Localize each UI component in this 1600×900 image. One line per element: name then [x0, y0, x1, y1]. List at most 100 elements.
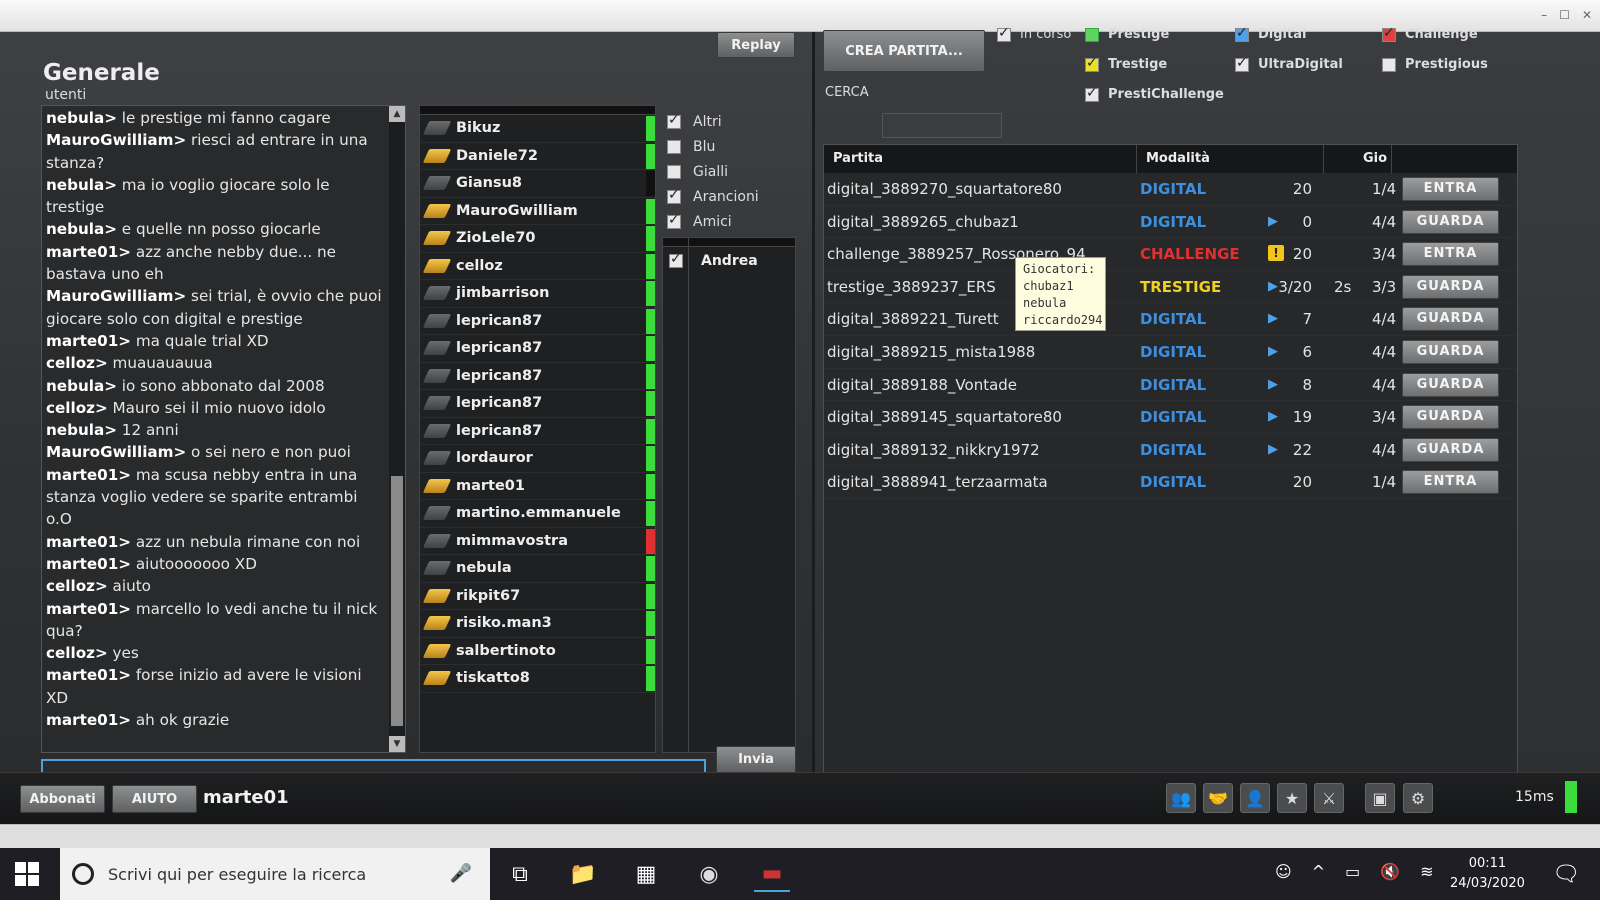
maximize-button[interactable]: ☐	[1559, 8, 1570, 22]
filter-blu[interactable]: Blu	[667, 134, 797, 159]
taskbar-search[interactable]: Scrivi qui per eseguire la ricerca 🎤	[60, 848, 490, 900]
user-row[interactable]: ZioLele70	[420, 225, 655, 253]
filter-ultradigital[interactable]: UltraDigital	[1235, 55, 1343, 72]
watch-button[interactable]: GUARDA	[1402, 437, 1499, 462]
volume-muted-icon[interactable]: 🔇	[1380, 862, 1400, 881]
watch-button[interactable]: GUARDA	[1402, 405, 1499, 430]
chat-author[interactable]: marte01>	[46, 466, 131, 484]
filter-gialli[interactable]: Gialli	[667, 159, 797, 184]
chat-author[interactable]: marte01>	[46, 533, 131, 551]
profile-icon[interactable]: 👤	[1240, 783, 1270, 813]
friend-row[interactable]: Andrea	[663, 247, 795, 275]
filter-checkbox[interactable]	[667, 164, 681, 179]
user-row[interactable]: leprican87	[420, 335, 655, 363]
col-players[interactable]: Gio	[1324, 145, 1392, 173]
chat-scrollbar[interactable]: ▲ ▼	[389, 106, 405, 752]
people-icon[interactable]: ☺	[1275, 862, 1292, 881]
filter-amici[interactable]: Amici	[667, 209, 797, 234]
filter-checkbox[interactable]	[667, 212, 681, 229]
user-row[interactable]: leprican87	[420, 308, 655, 335]
user-row[interactable]: salbertinoto	[420, 638, 655, 665]
star-icon[interactable]: ★	[1277, 783, 1307, 813]
ultradigital-checkbox[interactable]	[1235, 55, 1249, 72]
chat-author[interactable]: nebula>	[46, 220, 117, 238]
user-row[interactable]: marte01	[420, 473, 655, 500]
windows-start-icon[interactable]	[15, 862, 39, 886]
microphone-icon[interactable]: 🎤	[450, 863, 472, 884]
wifi-icon[interactable]: ≋	[1420, 862, 1433, 881]
battery-icon[interactable]: ▭	[1345, 862, 1360, 881]
calculator-icon[interactable]: ▦	[628, 856, 664, 892]
subscribers-button[interactable]: Abbonati	[20, 785, 105, 813]
filter-digital[interactable]: Digital	[1235, 25, 1306, 42]
file-explorer-icon[interactable]: 📁	[565, 856, 601, 892]
game-row[interactable]: trestige_3889237_ERS TRESTIGE ▶ 3/20 2s 3/3 GU…	[824, 271, 1517, 304]
game-row[interactable]: challenge_3889257_Rossonero_94 CHALLENGE!…	[824, 238, 1517, 271]
chat-author[interactable]: celloz>	[46, 399, 108, 417]
replay-button[interactable]: Replay	[717, 32, 795, 58]
friends-icon[interactable]: 👥	[1166, 783, 1196, 813]
watch-button[interactable]: GUARDA	[1402, 307, 1499, 332]
col-match[interactable]: Partita	[824, 145, 1137, 173]
handshake-icon[interactable]: 🤝	[1203, 783, 1233, 813]
game-row[interactable]: digital_3889265_chubaz1 DIGITAL ▶ 0 4/4 GUARD…	[824, 206, 1517, 239]
scroll-thumb[interactable]	[391, 476, 403, 726]
minimize-button[interactable]: –	[1541, 8, 1547, 22]
chat-author[interactable]: marte01>	[46, 243, 131, 261]
chat-author[interactable]: nebula>	[46, 421, 117, 439]
chat-author[interactable]: marte01>	[46, 332, 131, 350]
user-row[interactable]: leprican87	[420, 363, 655, 390]
user-row[interactable]: jimbarrison	[420, 280, 655, 308]
watch-button[interactable]: GUARDA	[1402, 209, 1499, 234]
swords-icon[interactable]: ⚔	[1314, 783, 1344, 813]
chat-author[interactable]: MauroGwilliam>	[46, 131, 186, 149]
chrome-icon[interactable]: ◉	[691, 856, 727, 892]
chat-author[interactable]: celloz>	[46, 577, 108, 595]
in-progress-checkbox[interactable]	[997, 25, 1011, 42]
game-row[interactable]: digital_3889132_nikkry1972 DIGITAL ▶ 22 4/4 G…	[824, 434, 1517, 467]
user-row[interactable]: Daniele72	[420, 143, 655, 170]
join-button[interactable]: ENTRA	[1402, 470, 1499, 495]
filter-in-progress[interactable]: In corso	[997, 25, 1071, 42]
user-row[interactable]: leprican87	[420, 390, 655, 418]
watch-button[interactable]: GUARDA	[1402, 339, 1499, 364]
filter-trestige[interactable]: Trestige	[1085, 55, 1167, 72]
send-button[interactable]: Invia	[716, 746, 796, 773]
user-row[interactable]: celloz	[420, 253, 655, 280]
chat-author[interactable]: marte01>	[46, 666, 131, 684]
filter-prestige[interactable]: Prestige	[1085, 27, 1169, 42]
user-row[interactable]: MauroGwilliam	[420, 198, 655, 225]
help-button[interactable]: AIUTO	[112, 785, 197, 813]
game-row[interactable]: digital_3889188_Vontade DIGITAL ▶ 8 4/4 GUARD…	[824, 369, 1517, 402]
task-view-icon[interactable]: ⧉	[502, 856, 538, 892]
game-row[interactable]: digital_3889221_Turett DIGITAL ▶ 7 4/4 GUARDA	[824, 303, 1517, 336]
trestige-checkbox[interactable]	[1085, 55, 1099, 72]
filter-checkbox[interactable]	[667, 187, 681, 204]
user-row[interactable]: mimmavostra	[420, 528, 655, 555]
filter-prestichallenge[interactable]: PrestiChallenge	[1085, 85, 1224, 102]
game-row[interactable]: digital_3889215_mista1988 DIGITAL ▶ 6 4/4 GUA…	[824, 336, 1517, 369]
chat-author[interactable]: marte01>	[46, 555, 131, 573]
chat-author[interactable]: nebula>	[46, 176, 117, 194]
filter-checkbox[interactable]	[667, 139, 681, 154]
close-button[interactable]: ✕	[1582, 8, 1592, 22]
chevron-up-icon[interactable]: ^	[1312, 862, 1325, 881]
chat-author[interactable]: celloz>	[46, 354, 108, 372]
chat-author[interactable]: celloz>	[46, 644, 108, 662]
user-row[interactable]: lordauror	[420, 445, 655, 473]
challenge-checkbox[interactable]	[1382, 25, 1396, 42]
join-button[interactable]: ENTRA	[1402, 177, 1499, 201]
filter-altri[interactable]: Altri	[667, 109, 797, 134]
chat-author[interactable]: MauroGwilliam>	[46, 443, 186, 461]
game-row[interactable]: digital_3889145_squartatore80 DIGITAL ▶ 19 3…	[824, 401, 1517, 434]
window-icon[interactable]: ▣	[1365, 783, 1395, 813]
scroll-up-icon[interactable]: ▲	[389, 106, 405, 122]
chat-author[interactable]: marte01>	[46, 711, 131, 729]
chat-author[interactable]: marte01>	[46, 600, 131, 618]
filter-checkbox[interactable]	[667, 112, 681, 129]
col-mode[interactable]: Modalità	[1137, 145, 1324, 173]
join-button[interactable]: ENTRA	[1402, 242, 1499, 267]
create-game-button[interactable]: CREA PARTITA...	[823, 30, 985, 72]
chat-author[interactable]: MauroGwilliam>	[46, 287, 186, 305]
settings-icon[interactable]: ⚙	[1403, 783, 1433, 813]
